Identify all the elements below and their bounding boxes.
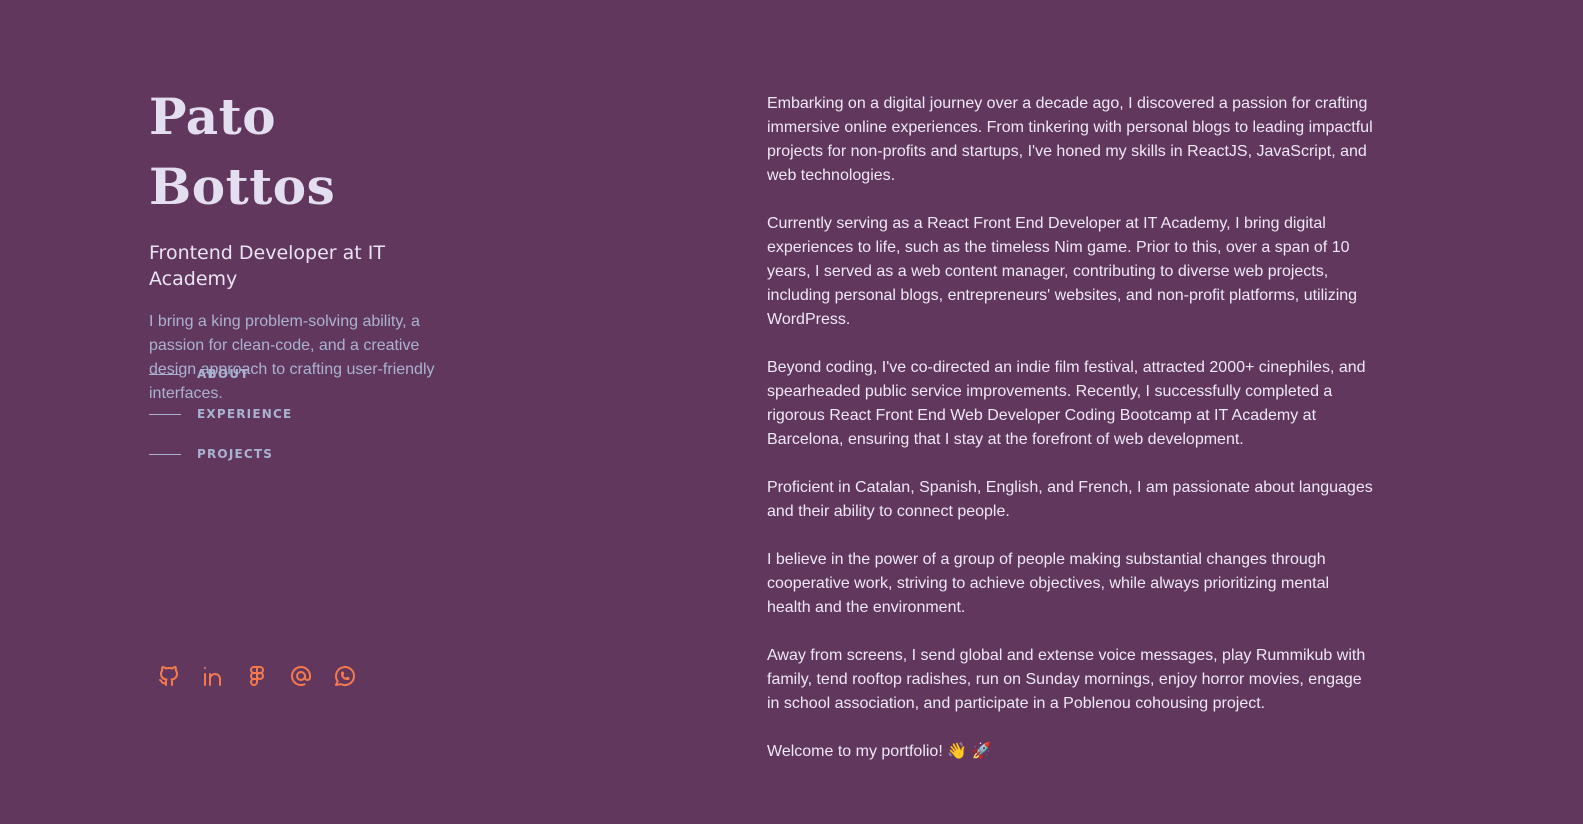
linkedin-link[interactable] bbox=[201, 663, 225, 689]
about-paragraph: Away from screens, I send global and ext… bbox=[767, 647, 1366, 712]
nav-indicator-line bbox=[149, 453, 181, 455]
github-icon bbox=[159, 666, 178, 686]
nav-item-label: EXPERIENCE bbox=[197, 407, 293, 421]
nav-item-experience[interactable]: EXPERIENCE bbox=[149, 404, 292, 424]
section-nav: ABOUT EXPERIENCE PROJECTS bbox=[149, 364, 292, 484]
job-title: Frontend Developer at IT Academy bbox=[149, 242, 385, 290]
social-links bbox=[157, 663, 357, 689]
whatsapp-icon bbox=[335, 666, 355, 686]
email-at-icon bbox=[291, 666, 311, 686]
welcome-message: Welcome to my portfolio! 👋 🚀 bbox=[767, 743, 992, 760]
github-link[interactable] bbox=[157, 663, 181, 689]
email-link[interactable] bbox=[289, 663, 313, 689]
nav-item-label: PROJECTS bbox=[197, 447, 274, 461]
about-paragraph: I believe in the power of a group of peo… bbox=[767, 551, 1330, 616]
linkedin-icon bbox=[204, 667, 221, 686]
about-paragraph: Embarking on a digital journey over a de… bbox=[767, 95, 1373, 184]
about-paragraph: Currently serving as a React Front End D… bbox=[767, 215, 1358, 328]
nav-indicator-line bbox=[149, 373, 181, 375]
whatsapp-link[interactable] bbox=[333, 663, 357, 689]
nav-item-projects[interactable]: PROJECTS bbox=[149, 444, 292, 464]
about-section: Embarking on a digital journey over a de… bbox=[767, 92, 1377, 788]
profile-header: Pato Bottos Frontend Developer at IT Aca… bbox=[149, 82, 479, 406]
nav-item-about[interactable]: ABOUT bbox=[149, 364, 292, 384]
figma-link[interactable] bbox=[245, 663, 269, 689]
page-title: Pato Bottos bbox=[149, 87, 336, 216]
nav-indicator-line bbox=[149, 413, 181, 415]
about-paragraph: Proficient in Catalan, Spanish, English,… bbox=[767, 479, 1373, 520]
figma-icon bbox=[250, 666, 264, 686]
nav-item-label: ABOUT bbox=[197, 367, 250, 381]
about-paragraph: Beyond coding, I've co-directed an indie… bbox=[767, 359, 1366, 448]
